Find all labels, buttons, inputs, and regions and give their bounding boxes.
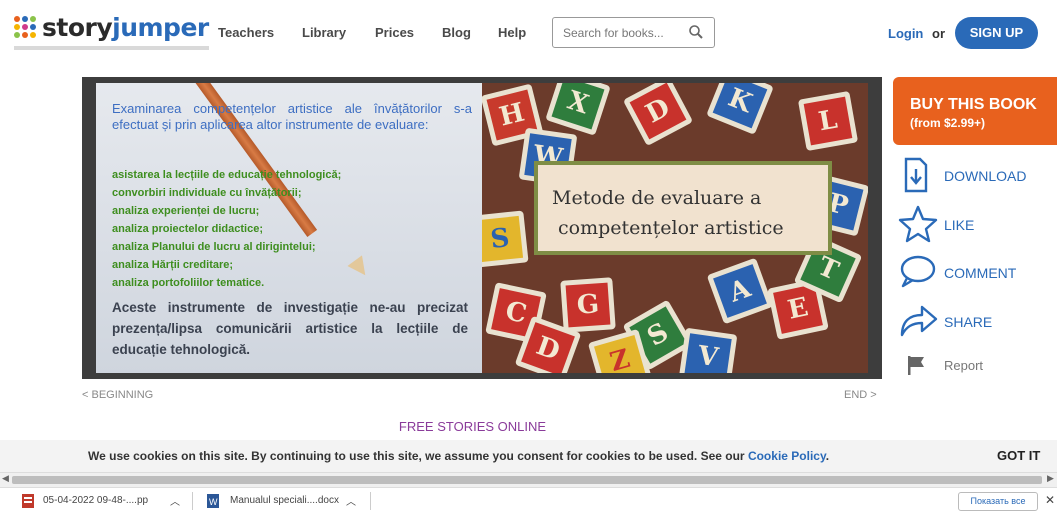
- letter-block: V: [678, 327, 738, 373]
- share-link[interactable]: SHARE: [944, 314, 992, 330]
- book-title-line-2: competențelor artistice: [558, 217, 784, 239]
- sign-up-button[interactable]: SIGN UP: [955, 17, 1038, 49]
- cookie-message: We use cookies on this site. By continui…: [88, 449, 748, 463]
- buy-price: (from $2.99+): [910, 116, 986, 130]
- logo-text-jumper: jumper: [112, 12, 209, 42]
- scroll-right-icon[interactable]: ▶: [1047, 473, 1054, 484]
- logo-dots-icon: [14, 16, 36, 38]
- report-link[interactable]: Report: [944, 358, 983, 373]
- search-icon[interactable]: [688, 24, 704, 40]
- book-title-line-1: Metode de evaluare a: [552, 187, 762, 209]
- left-page-list-item: analiza proiectelor didactice;: [112, 223, 263, 235]
- like-link[interactable]: LIKE: [944, 217, 974, 233]
- download-icon[interactable]: [903, 157, 929, 193]
- logo-text-story: story: [42, 12, 113, 42]
- storyjumper-logo[interactable]: storyjumper: [14, 10, 209, 50]
- word-file-icon: W: [207, 494, 219, 508]
- book-viewer[interactable]: Examinarea competențelor artistice ale î…: [82, 77, 882, 379]
- share-icon[interactable]: [898, 303, 938, 337]
- or-text: or: [932, 26, 945, 41]
- letter-block: A: [706, 257, 774, 325]
- left-page-conclusion: Aceste instrumente de investigație ne-au…: [112, 300, 468, 357]
- left-page-list-item: analiza Planului de lucru al dirigintelu…: [112, 241, 316, 253]
- left-page-intro: Examinarea competențelor artistice ale î…: [112, 101, 472, 132]
- left-page-list-item: analiza portofoliilor tematice.: [112, 277, 265, 289]
- letter-block: D: [622, 83, 694, 147]
- end-link[interactable]: END >: [844, 389, 877, 401]
- downloads-bar: 05-04-2022 09-48-....pp ︿ W Manualul spe…: [0, 487, 1057, 514]
- nav-prices[interactable]: Prices: [375, 25, 414, 40]
- beginning-link[interactable]: < BEGINNING: [82, 389, 153, 401]
- divider: [192, 492, 193, 510]
- cookie-policy-link[interactable]: Cookie Policy: [748, 449, 826, 463]
- nav-blog[interactable]: Blog: [442, 25, 471, 40]
- chevron-up-icon[interactable]: ︿: [346, 493, 356, 508]
- free-stories-link[interactable]: FREE STORIES ONLINE: [0, 419, 945, 434]
- download-item-1[interactable]: 05-04-2022 09-48-....pp: [43, 495, 148, 506]
- divider: [370, 492, 371, 510]
- buy-this-book-button[interactable]: BUY THIS BOOK (from $2.99+): [893, 77, 1057, 145]
- left-page-list-item: convorbiri individuale cu învățătorii;: [112, 187, 302, 199]
- comment-link[interactable]: COMMENT: [944, 265, 1016, 281]
- svg-text:W: W: [209, 497, 218, 507]
- horizontal-scrollbar[interactable]: ◀ ▶: [0, 472, 1057, 487]
- left-page-list-item: asistarea la lecțiile de educație tehnol…: [112, 169, 342, 181]
- chevron-up-icon[interactable]: ︿: [170, 493, 180, 508]
- scroll-left-icon[interactable]: ◀: [2, 473, 9, 484]
- cookie-period: .: [825, 449, 830, 463]
- left-page-list-item: analiza experienței de lucru;: [112, 205, 260, 217]
- pencil-tip: [347, 255, 373, 281]
- pdf-file-icon: [22, 494, 34, 508]
- nav-help[interactable]: Help: [498, 25, 526, 40]
- letter-block: G: [560, 277, 616, 333]
- nav-teachers[interactable]: Teachers: [218, 25, 274, 40]
- scrollbar-thumb[interactable]: [12, 476, 1042, 484]
- nav-library[interactable]: Library: [302, 25, 346, 40]
- letter-block: K: [706, 83, 774, 135]
- download-link[interactable]: DOWNLOAD: [944, 168, 1026, 184]
- star-icon[interactable]: [898, 205, 938, 243]
- letter-block: S: [482, 210, 529, 268]
- search-placeholder: Search for books...: [563, 26, 664, 40]
- download-item-2[interactable]: Manualul speciali....docx: [230, 495, 339, 506]
- letter-block: X: [545, 83, 611, 136]
- book-title-card: Metode de evaluare a competențelor artis…: [534, 161, 832, 255]
- book-left-page: Examinarea competențelor artistice ale î…: [96, 83, 482, 373]
- left-page-list-item: analiza Hărții creditare;: [112, 259, 234, 271]
- site-header: storyjumper Teachers Library Prices Blog…: [0, 0, 1057, 68]
- letter-block: L: [797, 90, 859, 152]
- show-all-button[interactable]: Показать все: [958, 492, 1038, 511]
- search-input[interactable]: Search for books...: [552, 17, 715, 48]
- flag-icon[interactable]: [906, 354, 928, 376]
- buy-title: BUY THIS BOOK: [910, 96, 1037, 113]
- login-link[interactable]: Login: [888, 26, 923, 41]
- comment-icon[interactable]: [899, 254, 937, 288]
- got-it-button[interactable]: GOT IT: [997, 448, 1040, 463]
- book-right-page: H X D K W L P S C G A D S V E T Z Metode…: [482, 83, 868, 373]
- close-icon[interactable]: ✕: [1045, 493, 1055, 507]
- cookie-banner: We use cookies on this site. By continui…: [0, 440, 1057, 472]
